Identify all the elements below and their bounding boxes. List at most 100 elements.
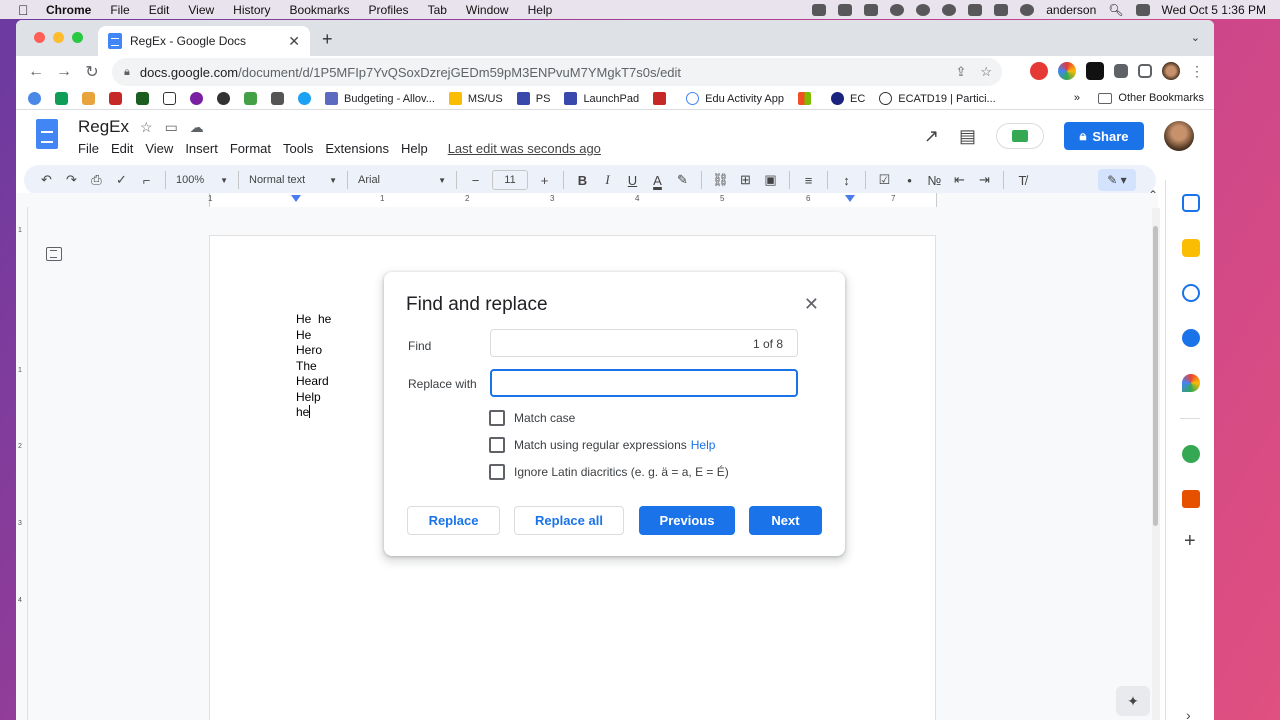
docs-menu-file[interactable]: File [78, 141, 99, 156]
menubar-item-view[interactable]: View [188, 3, 214, 17]
increase-font-size-icon[interactable]: + [532, 173, 557, 188]
extensions-puzzle-icon[interactable] [1114, 64, 1128, 78]
align-icon[interactable]: ≡ [796, 173, 821, 188]
bookmark-launchpad[interactable]: LaunchPad [564, 92, 639, 105]
other-bookmarks[interactable]: Other Bookmarks [1098, 92, 1204, 104]
window-close-button[interactable] [34, 32, 45, 43]
comments-icon[interactable]: ▤ [959, 126, 976, 147]
back-arrow-icon[interactable]: ← [22, 63, 50, 81]
keep-icon[interactable] [1182, 239, 1200, 257]
document-outline-icon[interactable] [46, 247, 62, 261]
bookmark-ecatd19[interactable]: ECATD19 | Partici... [879, 92, 996, 105]
wifi-icon[interactable] [1020, 3, 1035, 16]
font-select[interactable]: Arial ▼ [358, 174, 446, 186]
bookmark-h-icon[interactable] [163, 92, 176, 105]
ignore-diacritics-checkbox[interactable] [489, 464, 505, 480]
bookmark-twitter-icon[interactable] [298, 92, 311, 105]
dark-extension-icon[interactable] [1086, 62, 1104, 80]
adblock-extension-icon[interactable] [1030, 62, 1048, 80]
bold-icon[interactable]: B [570, 173, 595, 188]
match-case-checkbox[interactable] [489, 410, 505, 426]
profile-avatar[interactable] [1162, 62, 1180, 80]
italic-icon[interactable]: I [595, 172, 620, 188]
menubar-item-window[interactable]: Window [466, 3, 509, 17]
replace-input[interactable] [490, 369, 798, 397]
bulleted-list-icon[interactable]: • [897, 173, 922, 188]
bookmarks-overflow-button[interactable]: » [1074, 92, 1080, 104]
underline-icon[interactable]: U [620, 173, 645, 188]
move-folder-icon[interactable]: ▭ [165, 119, 178, 136]
menubar-item-help[interactable]: Help [528, 3, 553, 17]
addon-orange-icon[interactable] [1182, 490, 1200, 508]
option-regex[interactable]: Match using regular expressions Help [489, 437, 715, 453]
menubar-item-edit[interactable]: Edit [149, 3, 170, 17]
find-input[interactable]: 1 of 8 [490, 329, 798, 357]
docs-menu-edit[interactable]: Edit [111, 141, 133, 156]
menubar-item-bookmarks[interactable]: Bookmarks [290, 3, 350, 17]
option-match-case[interactable]: Match case [489, 410, 575, 426]
insert-link-icon[interactable]: ⛓ [708, 172, 733, 188]
apple-icon[interactable]:  [18, 3, 32, 17]
redo-icon[interactable]: ↷ [59, 172, 84, 188]
add-comment-icon[interactable]: ⊞ [733, 172, 758, 188]
print-icon[interactable]: ⎙ [84, 172, 109, 188]
bookmark-sheets-icon[interactable] [55, 92, 68, 105]
replace-button[interactable]: Replace [407, 506, 500, 535]
bookmark-star-icon[interactable]: ☆ [980, 64, 992, 80]
share-page-icon[interactable]: ⇪ [955, 64, 966, 80]
menubar-user[interactable]: anderson [1046, 3, 1096, 17]
menubar-item-history[interactable]: History [233, 3, 270, 17]
increase-indent-icon[interactable]: ⇥ [972, 172, 997, 188]
forward-arrow-icon[interactable]: → [50, 63, 78, 81]
spellcheck-icon[interactable]: ✓ [109, 172, 134, 188]
next-button[interactable]: Next [749, 506, 822, 535]
account-avatar[interactable] [1164, 121, 1194, 151]
drive-icon[interactable] [864, 3, 879, 16]
menubar-item-file[interactable]: File [110, 3, 129, 17]
maps-icon[interactable] [1182, 374, 1200, 392]
menubar-item-profiles[interactable]: Profiles [369, 3, 409, 17]
address-bar[interactable]: 🔒︎ docs.google.com/document/d/1P5MFIp7Yv… [112, 58, 1002, 86]
spotlight-search-icon[interactable]: 🔍︎ [1108, 3, 1123, 17]
browser-tab-active[interactable]: RegEx - Google Docs ✕ [98, 26, 310, 56]
clear-formatting-icon[interactable]: T̸ [1010, 173, 1035, 188]
addon-green-icon[interactable] [1182, 445, 1200, 463]
docs-menu-view[interactable]: View [145, 141, 173, 156]
window-minimize-button[interactable] [53, 32, 64, 43]
numbered-list-icon[interactable]: № [922, 173, 947, 188]
regex-checkbox[interactable] [489, 437, 505, 453]
activity-trend-icon[interactable]: ↗ [924, 126, 939, 147]
tab-search-chevron-icon[interactable]: ⌄ [1191, 31, 1200, 44]
style-select[interactable]: Normal text ▼ [249, 174, 337, 186]
docs-menu-tools[interactable]: Tools [283, 141, 313, 156]
menubar-item-tab[interactable]: Tab [428, 3, 447, 17]
vpn-icon[interactable] [916, 3, 931, 16]
left-indent-marker[interactable] [291, 195, 301, 202]
lock-icon[interactable]: 🔒︎ [124, 66, 130, 79]
new-tab-button[interactable]: + [322, 29, 333, 50]
paint-format-icon[interactable]: ⌐ [134, 173, 159, 188]
vertical-ruler[interactable]: 1 1 2 3 4 [16, 207, 28, 720]
docs-menu-format[interactable]: Format [230, 141, 271, 156]
regex-help-link[interactable]: Help [691, 438, 716, 452]
bookmark-green-icon[interactable] [244, 92, 257, 105]
explore-button[interactable]: ✦ [1116, 686, 1150, 716]
bookmark-ec[interactable]: EC [831, 92, 865, 105]
bookmark-red-icon[interactable] [109, 92, 122, 105]
bookmark-s-icon[interactable] [136, 92, 149, 105]
menubar-app-name[interactable]: Chrome [46, 3, 91, 17]
bookmark-apple-icon[interactable] [217, 92, 230, 105]
bookmark-budgeting[interactable]: Budgeting - Allov... [325, 92, 435, 105]
bookmark-globe-icon[interactable] [28, 92, 41, 105]
get-addons-plus-icon[interactable]: + [1184, 530, 1196, 553]
play-icon[interactable] [942, 3, 957, 16]
star-icon[interactable]: ☆ [140, 119, 153, 136]
bookmark-edu-activity[interactable]: Edu Activity App [686, 92, 784, 105]
contacts-icon[interactable] [1182, 329, 1200, 347]
show-side-panel-chevron-icon[interactable]: › [1186, 707, 1191, 720]
chrome-menu-icon[interactable]: ⋮ [1190, 63, 1204, 80]
bookmark-ps[interactable]: PS [516, 92, 550, 105]
share-button[interactable]: 🔒︎ Share [1064, 122, 1144, 150]
reload-icon[interactable]: ↻ [78, 62, 106, 82]
docs-menu-help[interactable]: Help [401, 141, 428, 156]
